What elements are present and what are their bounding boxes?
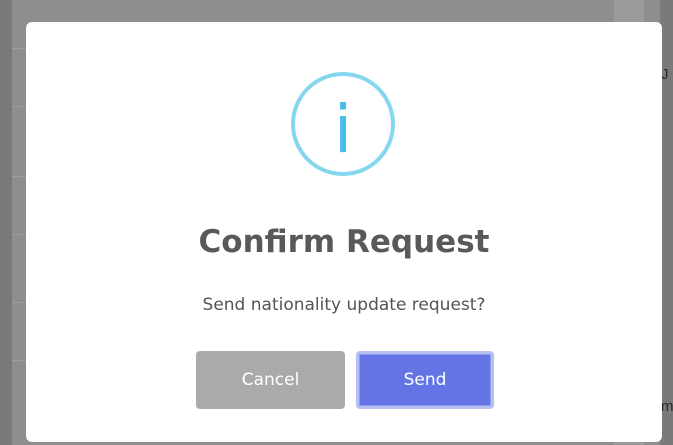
dialog-message: Send nationality update request? bbox=[202, 295, 486, 315]
background-text-fragment: m bbox=[661, 398, 673, 415]
info-icon-glyph: i bbox=[334, 91, 352, 168]
confirm-dialog: i Confirm Request Send nationality updat… bbox=[26, 22, 662, 442]
dialog-title: Confirm Request bbox=[198, 224, 490, 260]
send-button[interactable]: Send bbox=[356, 351, 494, 409]
background-text-fragment: J bbox=[661, 66, 669, 83]
cancel-button[interactable]: Cancel bbox=[196, 351, 345, 409]
info-icon: i bbox=[291, 72, 395, 176]
